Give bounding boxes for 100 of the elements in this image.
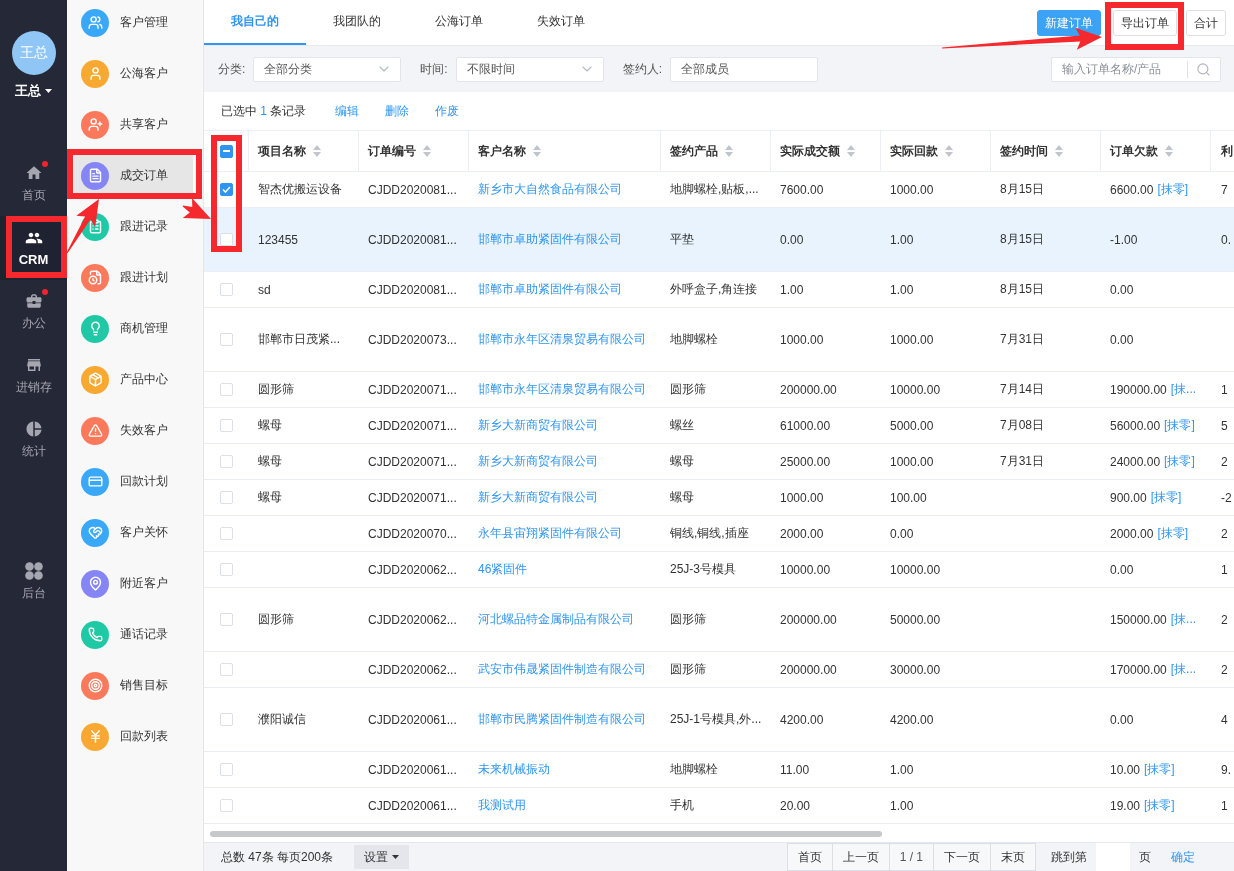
table-cell-text: 2: [1220, 661, 1229, 679]
table-cell-text: CJDD2020062...: [367, 661, 458, 679]
submenu-item[interactable]: 客户关怀: [74, 512, 193, 553]
sort-icon[interactable]: [847, 145, 855, 157]
nav-item[interactable]: 办公: [0, 280, 67, 344]
submenu-item[interactable]: 销售目标: [74, 665, 193, 706]
submenu-item[interactable]: 回款计划: [74, 461, 193, 502]
user-menu[interactable]: 王总: [15, 82, 52, 100]
submenu-item[interactable]: 产品中心: [74, 359, 193, 400]
table-cell: 56000.00: [1110, 418, 1161, 433]
sort-icon[interactable]: [423, 145, 431, 157]
column-header[interactable]: 实际回款: [890, 142, 938, 160]
submenu-item[interactable]: 客户管理: [74, 2, 193, 43]
column-header[interactable]: 签约产品: [670, 142, 718, 160]
nav-item[interactable]: 首页: [0, 152, 67, 216]
settings-button[interactable]: 设置: [354, 845, 410, 869]
page-summary: 总数 47条 每页200条: [221, 848, 334, 866]
horizontal-scrollbar[interactable]: [210, 831, 882, 837]
table-cell-text: 7月08日: [999, 417, 1046, 434]
table-cell-text: 手机: [669, 797, 695, 814]
sort-icon[interactable]: [313, 145, 321, 157]
table-cell-text: CJDD2020061...: [367, 711, 458, 729]
table-cell-text: 123455: [257, 231, 300, 249]
column-header[interactable]: 项目名称: [258, 142, 306, 160]
checkmark-icon: [222, 186, 231, 193]
table-cell-text: 2: [1220, 525, 1229, 543]
submenu-item[interactable]: 商机管理: [74, 308, 193, 349]
table-cell-text: 0.00: [889, 525, 915, 543]
sort-icon[interactable]: [533, 145, 541, 157]
minus-icon: [222, 150, 230, 152]
table-cell-text: 8月15日: [999, 231, 1046, 248]
tab[interactable]: 我团队的: [306, 0, 408, 45]
table-cell-text: 1000.00: [779, 489, 825, 507]
submenu-item[interactable]: 公海客户: [74, 53, 193, 94]
table-cell-text: 10000.00: [889, 561, 942, 579]
table-cell-text: 1.00: [889, 761, 915, 779]
submenu-item[interactable]: 通话记录: [74, 614, 193, 655]
outlined-button[interactable]: 合计: [1186, 10, 1226, 36]
outlined-button[interactable]: 导出订单: [1113, 10, 1177, 36]
annotation-arrow: [182, 198, 211, 219]
jump-label: 跳到第: [1051, 848, 1087, 866]
submenu-item[interactable]: 成交订单: [74, 155, 193, 196]
table-cell-text: 螺母: [669, 453, 695, 470]
tab[interactable]: 失效订单: [510, 0, 612, 45]
select-all-checkbox[interactable]: [219, 144, 233, 158]
submenu-item[interactable]: 失效客户: [74, 410, 193, 451]
pager-button[interactable]: 末页: [990, 843, 1036, 871]
table-cell-text: 螺母: [257, 417, 283, 434]
pager-button[interactable]: 下一页: [933, 843, 990, 871]
table-cell-text: 4200.00: [779, 711, 825, 729]
table-cell: 24000.00: [1110, 454, 1161, 469]
table-cell: 0.00: [1110, 282, 1134, 297]
table-cell-text: CJDD2020071...: [367, 489, 458, 507]
column-header[interactable]: 实际成交额: [780, 142, 840, 160]
table-cell-text: CJDD2020071...: [367, 453, 458, 471]
nav-item[interactable]: 进销存: [0, 344, 67, 408]
table-cell-text: 1000.00: [889, 331, 935, 349]
table-cell-text: 30000.00: [889, 661, 942, 679]
column-header[interactable]: 订单编号: [368, 142, 416, 160]
pager-button[interactable]: 首页: [786, 843, 832, 871]
table-cell-text: 5000.00: [889, 417, 935, 435]
table-cell-text: 25000.00: [779, 453, 832, 471]
submenu-item[interactable]: 附近客户: [74, 563, 193, 604]
sort-icon[interactable]: [1055, 145, 1063, 157]
dropdown-field[interactable]: 不限时间: [455, 56, 604, 82]
nav-item[interactable]: 后台: [0, 550, 67, 614]
table-cell-text: 平垫: [669, 231, 695, 248]
submenu-item[interactable]: 共享客户: [74, 104, 193, 145]
table-cell-text: 7月31日: [999, 453, 1046, 470]
tab[interactable]: 公海订单: [408, 0, 510, 45]
page-input[interactable]: [1096, 843, 1130, 871]
column-header[interactable]: 签约时间: [1000, 142, 1048, 160]
table-cell-text: 25J-3号模具: [669, 561, 738, 578]
table-cell-text: CJDD2020062...: [367, 561, 458, 579]
column-header[interactable]: 客户名称: [478, 142, 526, 160]
dropdown-field[interactable]: 全部分类: [253, 56, 402, 82]
caret-icon: [392, 855, 400, 859]
table-cell-text: 地脚螺栓,贴板,...: [669, 181, 760, 198]
table-cell-text: 圆形筛: [669, 381, 707, 398]
row-checkbox[interactable]: [220, 183, 233, 196]
column-header[interactable]: 利: [1221, 142, 1233, 160]
table-cell-text: 邯郸市日茂紧...: [257, 331, 341, 348]
table-cell-text: CJDD2020071...: [367, 381, 458, 399]
table-cell-text: 100.00: [889, 489, 928, 507]
page-indicator[interactable]: 1 / 1: [888, 843, 933, 871]
table-cell: -1.00: [1110, 232, 1138, 247]
table-cell-text: 圆形筛: [257, 381, 295, 398]
page-unit-label: 页: [1139, 848, 1151, 866]
input-field[interactable]: 全部成员: [670, 56, 819, 82]
sort-icon[interactable]: [945, 145, 953, 157]
annotation-arrow: [66, 199, 99, 254]
sort-icon[interactable]: [725, 145, 733, 157]
table-cell-text: 1000.00: [889, 181, 935, 199]
sort-icon[interactable]: [1165, 145, 1173, 157]
submenu-item[interactable]: 跟进计划: [74, 257, 193, 298]
pager-button[interactable]: 上一页: [831, 843, 889, 871]
column-header[interactable]: 订单欠款: [1110, 142, 1158, 160]
table-cell-text: 1.00: [889, 797, 915, 815]
nav-item[interactable]: 统计: [0, 408, 67, 472]
submenu-item[interactable]: 回款列表: [74, 716, 193, 757]
